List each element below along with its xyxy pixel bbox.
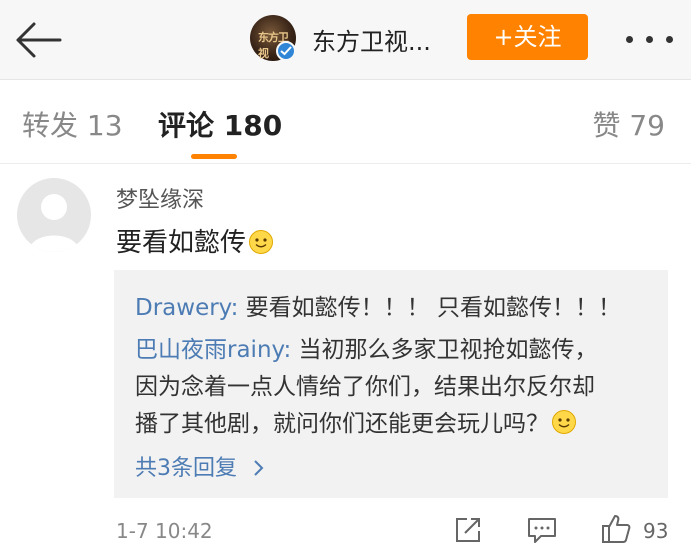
comment-username[interactable]: 梦坠缘深 xyxy=(116,182,204,214)
more-replies-link[interactable]: 共3条回复 xyxy=(135,450,266,482)
top-bar: 东方卫视 东方卫视... +关注 xyxy=(0,0,691,80)
tab-repost[interactable]: 转发 13 xyxy=(22,104,123,144)
avatar[interactable] xyxy=(17,178,91,252)
verified-badge-icon xyxy=(276,41,296,61)
active-tab-indicator xyxy=(191,154,237,159)
arrow-left-icon[interactable] xyxy=(10,18,64,62)
reply-2: 巴山夜雨rainy: 当初那么多家卫视抢如懿传， xyxy=(135,330,598,364)
like-count: 93 xyxy=(643,519,669,543)
share-icon[interactable] xyxy=(454,516,482,544)
comment-time: 1-7 10:42 xyxy=(116,519,213,543)
reply-2-line-2: 因为念着一点人情给了你们，结果出尔反尔却 xyxy=(135,374,595,400)
reply-user-link[interactable]: 巴山夜雨rainy: xyxy=(135,337,291,363)
thumbs-up-icon[interactable] xyxy=(600,513,632,545)
smile-emoji-icon xyxy=(249,230,274,254)
more-replies-label: 共3条回复 xyxy=(135,456,237,481)
reply-user-link[interactable]: Drawery: xyxy=(135,295,238,321)
reply-text: 播了其他剧，就问你们还能更会玩儿吗？ xyxy=(135,411,549,437)
comment-body: 要看如懿传 xyxy=(116,228,247,258)
comment-text: 要看如懿传 xyxy=(116,222,274,259)
reply-1: Drawery: 要看如懿传！！！ 只看如懿传！！！ xyxy=(135,288,621,322)
tab-bar: 转发 13 评论 180 赞 79 xyxy=(0,80,691,164)
reply-text: 要看如懿传！！！ 只看如懿传！！！ xyxy=(238,295,621,321)
reply-2-line-3: 播了其他剧，就问你们还能更会玩儿吗？ xyxy=(135,404,577,438)
tab-likes[interactable]: 赞 79 xyxy=(592,104,665,144)
tab-comments[interactable]: 评论 180 xyxy=(158,104,282,144)
chevron-right-icon xyxy=(254,460,264,476)
more-dots-icon[interactable] xyxy=(626,36,674,44)
reply-icon[interactable] xyxy=(527,516,557,544)
replies-box[interactable]: Drawery: 要看如懿传！！！ 只看如懿传！！！ 巴山夜雨rainy: 当初… xyxy=(114,270,668,498)
follow-button[interactable]: +关注 xyxy=(467,14,588,60)
smile-emoji-icon xyxy=(552,410,576,434)
account-title[interactable]: 东方卫视... xyxy=(312,22,431,57)
reply-text: 当初那么多家卫视抢如懿传， xyxy=(291,337,598,363)
